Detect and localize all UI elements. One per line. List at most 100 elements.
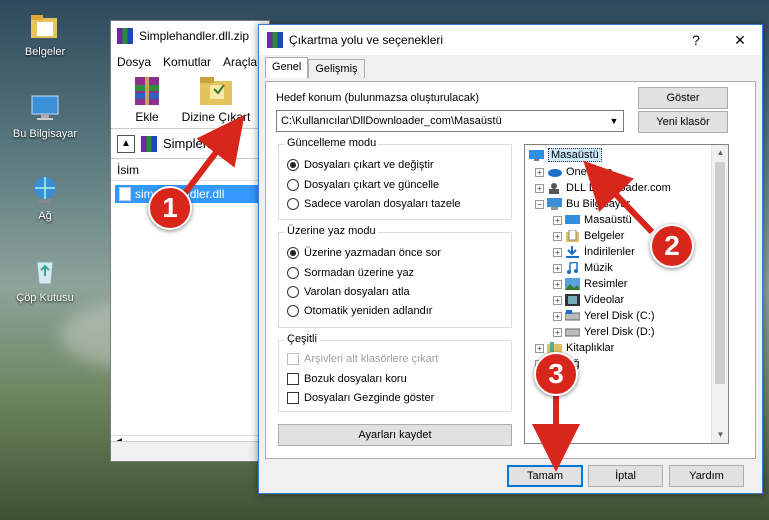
destination-path-combo[interactable]: C:\Kullanıcılar\DllDownloader_com\Masaüs… xyxy=(276,110,624,132)
expand-icon[interactable]: + xyxy=(553,295,562,305)
desktop-icon-thispc[interactable]: Bu Bilgisayar xyxy=(8,92,82,140)
desktop-icon-label: Çöp Kutusu xyxy=(16,292,74,304)
tree-scrollbar[interactable]: ▲ ▼ xyxy=(711,145,728,443)
help-title-button[interactable]: ? xyxy=(674,25,718,55)
desktop-folder-icon xyxy=(565,214,580,226)
desktop-folder-icon xyxy=(529,149,544,161)
expand-icon[interactable]: + xyxy=(535,343,544,353)
path-text[interactable]: Simplehand xyxy=(163,136,232,151)
tree-item-drive-d[interactable]: + Yerel Disk (D:) xyxy=(553,324,655,340)
expand-icon[interactable]: + xyxy=(535,167,544,177)
scroll-down-icon[interactable]: ▼ xyxy=(712,427,728,443)
save-settings-button[interactable]: Ayarları kaydet xyxy=(278,424,512,446)
column-header-name[interactable]: İsim xyxy=(111,159,269,181)
close-button[interactable]: ✕ xyxy=(718,25,762,55)
folder-tree[interactable]: Masaüstü + OneDrive + DLL Downloader.com… xyxy=(524,144,729,444)
tree-item-label: OneDrive xyxy=(566,166,613,178)
tree-item-downloads[interactable]: + İndirilenler xyxy=(553,244,635,260)
radio-button[interactable] xyxy=(287,198,299,210)
drive-icon xyxy=(564,310,581,322)
expand-icon[interactable]: + xyxy=(553,279,562,289)
update-option-freshen[interactable]: Sadece varolan dosyaları tazele xyxy=(287,198,461,210)
menu-tools[interactable]: Araçla xyxy=(223,55,257,69)
radio-button[interactable] xyxy=(287,267,299,279)
tree-item-desktop[interactable]: Masaüstü xyxy=(529,147,602,163)
drive-icon xyxy=(564,326,581,338)
radio-button[interactable] xyxy=(287,286,299,298)
help-button[interactable]: Yardım xyxy=(669,465,744,487)
tab-general[interactable]: Genel xyxy=(265,57,309,78)
tree-item-documents[interactable]: + Belgeler xyxy=(553,228,624,244)
show-button[interactable]: Göster xyxy=(638,87,728,109)
window-titlebar[interactable]: Simplehandler.dll.zip xyxy=(111,21,269,51)
collapse-icon[interactable]: − xyxy=(535,199,544,209)
tree-item-label: Resimler xyxy=(584,278,628,290)
expand-icon[interactable]: + xyxy=(553,327,562,337)
scroll-thumb[interactable] xyxy=(715,162,725,384)
user-icon xyxy=(547,182,562,194)
radio-button[interactable] xyxy=(287,179,299,191)
archive-icon xyxy=(141,135,157,152)
menu-file[interactable]: Dosya xyxy=(117,55,151,69)
desktop-icon-recycle-bin[interactable]: Çöp Kutusu xyxy=(8,256,82,304)
overwrite-option-rename[interactable]: Otomatik yeniden adlandır xyxy=(287,305,432,317)
option-label: Bozuk dosyaları koru xyxy=(304,373,407,385)
option-label: Otomatik yeniden adlandır xyxy=(304,305,433,317)
tree-item-videos[interactable]: + Videolar xyxy=(553,292,624,308)
option-label: Üzerine yazmadan önce sor xyxy=(304,247,441,259)
tree-item-music[interactable]: + Müzik xyxy=(553,260,613,276)
tab-advanced[interactable]: Gelişmiş xyxy=(308,59,365,78)
desktop-icon-documents[interactable]: Belgeler xyxy=(8,10,82,58)
step-1-badge: 1 xyxy=(148,186,192,230)
tree-item-pictures[interactable]: + Resimler xyxy=(553,276,627,292)
misc-option-keep-broken[interactable]: Bozuk dosyaları koru xyxy=(287,373,407,385)
expand-icon[interactable]: + xyxy=(553,231,562,241)
expand-icon[interactable]: + xyxy=(535,183,544,193)
tree-item-label: DLL Downloader.com xyxy=(566,182,671,194)
up-folder-button[interactable]: ▲ xyxy=(117,134,135,153)
extract-folder-icon xyxy=(196,75,236,107)
menu-commands[interactable]: Komutlar xyxy=(163,55,211,69)
tree-item-label: Yerel Disk (D:) xyxy=(584,326,655,338)
radio-button[interactable] xyxy=(287,305,299,317)
tree-item-thispc[interactable]: − Bu Bilgisayar xyxy=(535,196,630,212)
misc-option-subfolders: Arşivleri alt klasörlere çıkart xyxy=(287,353,438,365)
dialog-titlebar[interactable]: Çıkartma yolu ve seçenekleri ? ✕ xyxy=(259,25,762,55)
tree-item-dlldownloader[interactable]: + DLL Downloader.com xyxy=(535,180,671,196)
checkbox[interactable] xyxy=(287,373,299,385)
scroll-up-icon[interactable]: ▲ xyxy=(712,145,728,161)
new-folder-button[interactable]: Yeni klasör xyxy=(638,111,728,133)
checkbox xyxy=(287,353,299,365)
radio-button[interactable] xyxy=(287,247,299,259)
tree-item-label: Videolar xyxy=(584,294,625,306)
tree-item-pc-desktop[interactable]: + Masaüstü xyxy=(553,212,632,228)
tree-item-drive-c[interactable]: + Yerel Disk (C:) xyxy=(553,308,655,324)
overwrite-option-ask[interactable]: Üzerine yazmadan önce sor xyxy=(287,247,441,259)
documents-icon xyxy=(565,229,580,242)
ok-button[interactable]: Tamam xyxy=(507,465,583,487)
expand-icon[interactable]: + xyxy=(553,247,562,257)
expand-icon[interactable]: + xyxy=(553,311,562,321)
window-title: Simplehandler.dll.zip xyxy=(139,29,250,43)
misc-option-show-explorer[interactable]: Dosyaları Gezginde göster xyxy=(287,392,434,404)
tree-item-onedrive[interactable]: + OneDrive xyxy=(535,164,612,180)
overwrite-option-without-prompt[interactable]: Sormadan üzerine yaz xyxy=(287,267,414,279)
update-option-update[interactable]: Dosyaları çıkart ve güncelle xyxy=(287,179,439,191)
extract-to-button[interactable]: Dizine Çıkart xyxy=(177,75,255,124)
option-label: Dosyaları çıkart ve güncelle xyxy=(304,179,440,191)
expand-icon[interactable]: + xyxy=(553,215,562,225)
overwrite-option-skip[interactable]: Varolan dosyaları atla xyxy=(287,286,410,298)
cancel-button[interactable]: İptal xyxy=(588,465,663,487)
winrar-icon xyxy=(267,32,283,48)
add-button[interactable]: Ekle xyxy=(119,75,175,124)
tree-item-label: Müzik xyxy=(584,262,613,274)
update-option-replace[interactable]: Dosyaları çıkart ve değiştir xyxy=(287,159,434,171)
checkbox[interactable] xyxy=(287,392,299,404)
tree-item-label: Belgeler xyxy=(584,230,625,242)
expand-icon[interactable]: + xyxy=(553,263,562,273)
desktop-icon-network[interactable]: Ağ xyxy=(8,174,82,222)
chevron-down-icon[interactable]: ▼ xyxy=(605,111,623,131)
radio-button[interactable] xyxy=(287,159,299,171)
dll-file-icon xyxy=(119,187,131,201)
option-label: Varolan dosyaları atla xyxy=(304,286,410,298)
